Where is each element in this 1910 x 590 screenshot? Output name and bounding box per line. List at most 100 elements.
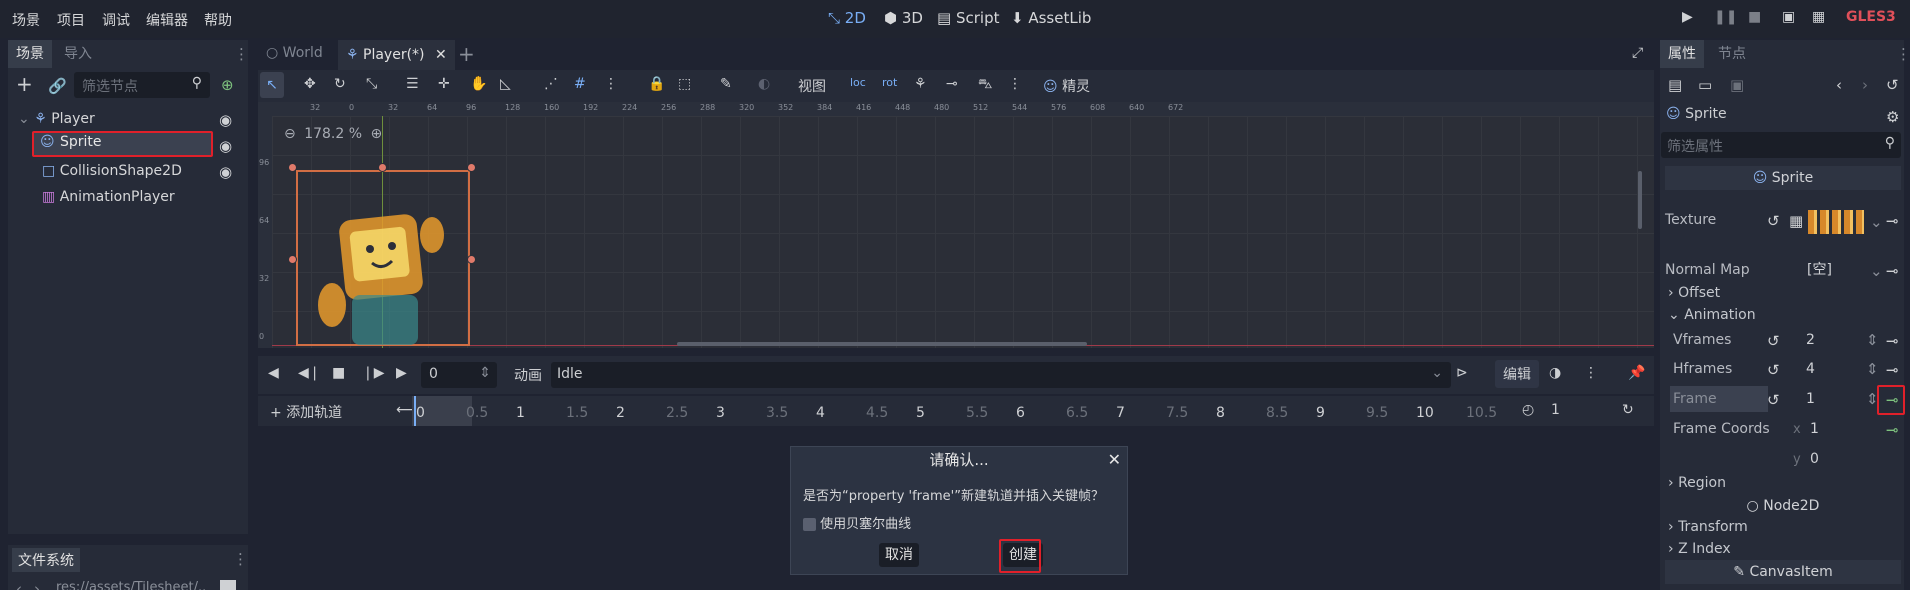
cancel-button[interactable]: 取消 [879,543,919,567]
animation-menu[interactable]: 动画 [514,365,542,385]
object-properties-icon[interactable]: ⚙ [1886,108,1899,126]
zoom-in-icon[interactable]: ⊕ [370,126,382,142]
tab-scene[interactable]: 场景 [8,40,52,68]
select-tool-icon[interactable]: ↖ [260,72,284,98]
offset-group[interactable]: › Offset [1668,282,1720,304]
save-resource-icon[interactable]: ▣ [1730,76,1744,94]
close-icon[interactable]: ✕ [435,47,447,63]
stop-icon[interactable]: ■ [332,365,345,381]
vertical-scrollbar[interactable] [1638,171,1642,229]
stop-icon[interactable]: ■ [1748,9,1761,25]
bezier-checkbox[interactable]: 使用贝塞尔曲线 [803,513,911,532]
animation-group[interactable]: ⌄ Animation [1668,304,1756,326]
region-group[interactable]: › Region [1668,472,1726,494]
sprite-menu[interactable]: ☺ 精灵 [1043,76,1090,96]
menu-scene[interactable]: 场景 [12,10,40,30]
play-custom-scene-icon[interactable]: ▦ [1812,9,1825,25]
menu-dots-icon[interactable]: ⋮ [604,76,618,92]
scale-tool-icon[interactable]: ⤡ [366,76,377,92]
menu-dots-icon[interactable]: ⋮ [1584,365,1598,381]
new-resource-icon[interactable]: ▤ [1668,76,1682,94]
play-scene-icon[interactable]: ▣ [1782,9,1795,25]
resource-edit-icon[interactable]: ▦ [1789,212,1803,230]
back-arrow-icon[interactable]: ‹ [16,580,22,590]
visibility-icon[interactable]: ◉ [219,111,232,129]
loop-icon[interactable]: ↻ [1622,402,1634,418]
ruler-tool-icon[interactable]: ◺ [500,76,511,92]
link-icon[interactable]: 🔗 [48,77,67,95]
history-forward-icon[interactable]: › [1862,76,1868,94]
frame-value[interactable]: 1 [1806,385,1815,413]
vframes-value[interactable]: 2 [1806,326,1815,354]
zindex-group[interactable]: › Z Index [1668,538,1731,560]
resize-handle[interactable] [378,163,387,172]
chevron-down-icon[interactable]: ⌄ [1870,213,1883,231]
tab-world[interactable]: ○ World [266,45,323,61]
close-icon[interactable]: ✕ [1108,450,1121,469]
pause-icon[interactable]: ❚❚ [1714,9,1737,25]
visibility-icon[interactable]: ◉ [219,163,232,181]
spin-arrows-icon[interactable]: ⇕ [1866,331,1879,349]
renderer-label[interactable]: GLES3 [1846,9,1896,25]
forward-arrow-icon[interactable]: › [34,580,40,590]
key-scale-icon[interactable]: ⚘ [914,76,927,92]
chevron-down-icon[interactable]: ⌄ [1870,262,1883,280]
menu-debug[interactable]: 调试 [102,10,130,30]
inspected-object[interactable]: ☺ Sprite [1666,106,1727,122]
menu-editor[interactable]: 编辑器 [146,10,188,30]
revert-icon[interactable]: ↺ [1767,212,1780,230]
revert-icon[interactable]: ↺ [1767,361,1780,379]
tree-node-collisionshape2d[interactable]: □ CollisionShape2D [42,159,182,183]
group-icon[interactable]: ⬚ [678,76,691,92]
add-node-icon[interactable]: + [16,74,33,94]
menu-help[interactable]: 帮助 [204,10,232,30]
zoom-out-icon[interactable]: ⊖ [284,126,296,142]
key-icon[interactable]: ⊸ [1886,332,1899,350]
key-icon[interactable]: ⊸ [1886,361,1899,379]
add-track-button[interactable]: + 添加轨道 [270,402,342,422]
play-icon[interactable]: ▶ [1682,9,1693,25]
camera-icon[interactable]: ◐ [758,76,770,92]
visibility-icon[interactable]: ◉ [219,137,232,155]
menu-dots-icon[interactable]: ⋮ [1008,76,1022,92]
menu-dots-icon[interactable]: ⋮ [234,45,249,63]
edit-button[interactable]: 编辑 [1495,360,1539,388]
resize-handle[interactable] [467,163,476,172]
play-backwards-from-end-icon[interactable]: ◀❘ [298,365,321,381]
grid-snap-icon[interactable]: # [574,76,586,92]
revert-icon[interactable]: ↺ [1767,391,1780,409]
menu-dots-icon[interactable]: ⋮ [233,550,248,568]
instance-scene-icon[interactable]: ⊕ [221,76,234,94]
animation-select[interactable]: Idle ⌄ [551,362,1451,388]
pin-icon[interactable]: 📌 [1628,365,1645,381]
frame-coords-y[interactable]: 0 [1810,445,1819,473]
history-back-icon[interactable]: ‹ [1836,76,1842,94]
distraction-free-icon[interactable]: ⤢ [1632,45,1643,61]
resize-handle[interactable] [467,255,476,264]
texture-preview[interactable] [1808,210,1864,234]
view-menu[interactable]: 视图 [798,76,826,96]
pivot-icon[interactable]: ✛ [438,76,450,92]
snap-icon[interactable]: ⋰ [544,76,558,92]
key-icon[interactable]: ⊸ [1886,262,1899,280]
history-icon[interactable]: ↺ [1886,76,1899,94]
menu-project[interactable]: 项目 [57,10,85,30]
scene-filter-input[interactable]: 筛选节点 ⚲ [74,72,210,98]
workspace-3d[interactable]: ⬢ 3D [884,9,923,27]
tree-node-player[interactable]: ⌄ ⚘ Player [18,107,95,131]
autoplay-icon[interactable]: ⊳ [1456,365,1468,381]
pan-tool-icon[interactable]: ✋ [470,76,487,92]
bone-icon[interactable]: ✎ [720,76,732,92]
move-tool-icon[interactable]: ✥ [304,76,316,92]
load-resource-icon[interactable]: ▭ [1698,76,1712,94]
tab-filesystem[interactable]: 文件系统 [12,548,80,572]
workspace-script[interactable]: ▤ Script [937,9,999,27]
horizontal-scrollbar[interactable] [677,342,1087,346]
canvas-viewport[interactable] [272,116,1654,348]
onion-skin-icon[interactable]: ◑ [1549,365,1561,381]
resize-handle[interactable] [288,163,297,172]
key-add-icon[interactable]: ⊸ [1886,421,1899,439]
insert-key-icon[interactable]: ⊸ [946,76,958,92]
auto-key-icon[interactable]: ⛍ [978,76,992,94]
key-icon[interactable]: ⊸ [1886,212,1899,230]
